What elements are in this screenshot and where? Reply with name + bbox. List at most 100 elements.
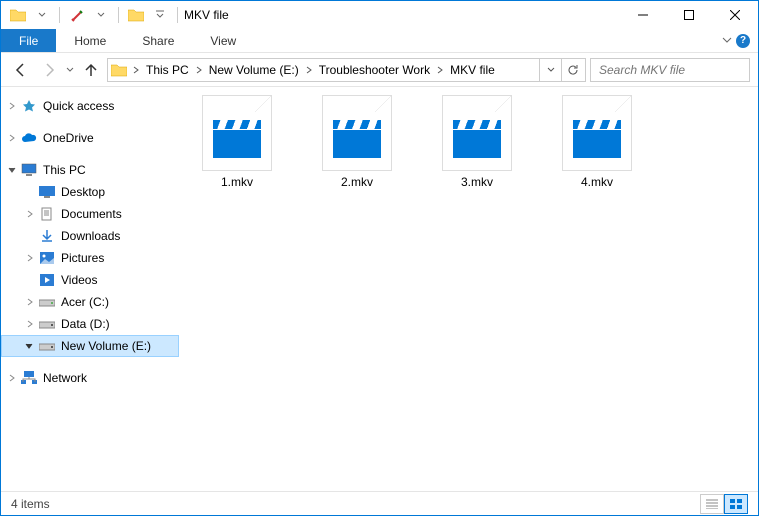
refresh-button[interactable] <box>561 59 583 81</box>
tree-quick-access[interactable]: Quick access <box>1 95 179 117</box>
tree-documents[interactable]: Documents <box>1 203 179 225</box>
file-name: 3.mkv <box>461 175 493 189</box>
tree-label: Pictures <box>61 251 104 265</box>
file-name: 2.mkv <box>341 175 373 189</box>
chevron-down-icon[interactable] <box>24 341 34 351</box>
crumb-1[interactable]: New Volume (E:) <box>205 59 303 81</box>
quick-access-toolbar <box>1 4 182 26</box>
qat-caret-icon[interactable] <box>31 4 53 26</box>
statusbar: 4 items <box>1 491 758 515</box>
tree-pictures[interactable]: Pictures <box>1 247 179 269</box>
tree-drive-d[interactable]: Data (D:) <box>1 313 179 335</box>
crumb-caret-2-icon[interactable] <box>434 59 446 81</box>
crumb-3[interactable]: MKV file <box>446 59 499 81</box>
crumb-2[interactable]: Troubleshooter Work <box>315 59 434 81</box>
chevron-right-icon[interactable] <box>25 209 35 219</box>
folder-icon[interactable] <box>7 4 29 26</box>
video-file-icon <box>442 95 512 171</box>
up-button[interactable] <box>79 58 103 82</box>
minimize-button[interactable] <box>620 1 666 29</box>
view-toggles <box>700 494 748 514</box>
crumb-caret-1-icon[interactable] <box>303 59 315 81</box>
video-file-icon <box>562 95 632 171</box>
address-bar[interactable]: This PC New Volume (E:) Troubleshooter W… <box>107 58 586 82</box>
status-count: 4 items <box>11 497 50 511</box>
tree-label: Documents <box>61 207 122 221</box>
tree-videos[interactable]: Videos <box>1 269 179 291</box>
video-file-icon <box>322 95 392 171</box>
window-controls <box>620 1 758 29</box>
chevron-right-icon[interactable] <box>25 297 35 307</box>
documents-icon <box>39 206 55 222</box>
view-details-button[interactable] <box>700 494 724 514</box>
tree-desktop[interactable]: Desktop <box>1 181 179 203</box>
chevron-right-icon[interactable] <box>25 319 35 329</box>
cloud-icon <box>21 130 37 146</box>
chevron-right-icon[interactable] <box>25 253 35 263</box>
tree-label: Desktop <box>61 185 105 199</box>
qat-caret2-icon[interactable] <box>90 4 112 26</box>
ribbon: File Home Share View ? <box>1 29 758 53</box>
desktop-icon <box>39 184 55 200</box>
search-input[interactable] <box>597 62 758 78</box>
tree-label: Data (D:) <box>61 317 110 331</box>
address-dropdown-icon[interactable] <box>539 59 561 81</box>
window-title: MKV file <box>184 8 229 22</box>
titlebar: MKV file <box>1 1 758 29</box>
file-item[interactable]: 2.mkv <box>309 95 405 189</box>
network-icon <box>21 370 37 386</box>
file-name: 4.mkv <box>581 175 613 189</box>
maximize-button[interactable] <box>666 1 712 29</box>
tree-onedrive[interactable]: OneDrive <box>1 127 179 149</box>
properties-icon[interactable] <box>66 4 88 26</box>
address-folder-icon <box>110 61 128 79</box>
qat-divider <box>59 7 60 23</box>
chevron-right-icon[interactable] <box>7 101 17 111</box>
tree-label: Videos <box>61 273 97 287</box>
forward-button[interactable] <box>37 58 61 82</box>
nav-tree: Quick access OneDrive This PC Desktop <box>1 87 179 491</box>
file-list[interactable]: 1.mkv 2.mkv 3.mkv 4.mkv <box>179 87 758 491</box>
file-item[interactable]: 1.mkv <box>189 95 285 189</box>
chevron-right-icon[interactable] <box>7 373 17 383</box>
body: Quick access OneDrive This PC Desktop <box>1 87 758 491</box>
file-item[interactable]: 3.mkv <box>429 95 525 189</box>
tab-share[interactable]: Share <box>124 29 192 52</box>
history-dropdown-icon[interactable] <box>65 66 75 74</box>
videos-icon <box>39 272 55 288</box>
search-box[interactable] <box>590 58 750 82</box>
help-icon[interactable]: ? <box>736 34 750 48</box>
ribbon-expand-icon[interactable] <box>722 32 732 50</box>
tree-label: Network <box>43 371 87 385</box>
pc-icon <box>21 162 37 178</box>
tree-drive-c[interactable]: Acer (C:) <box>1 291 179 313</box>
file-tab[interactable]: File <box>1 29 56 52</box>
tree-label: Quick access <box>43 99 114 113</box>
folder-icon-2[interactable] <box>125 4 147 26</box>
close-button[interactable] <box>712 1 758 29</box>
tree-drive-e[interactable]: New Volume (E:) <box>1 335 179 357</box>
qat-customize-caret-icon[interactable] <box>149 4 171 26</box>
pictures-icon <box>39 250 55 266</box>
chevron-down-icon[interactable] <box>7 165 17 175</box>
star-icon <box>21 98 37 114</box>
crumb-0[interactable]: This PC <box>142 59 193 81</box>
explorer-window: MKV file File Home Share View ? This P <box>0 0 759 516</box>
file-item[interactable]: 4.mkv <box>549 95 645 189</box>
view-icons-button[interactable] <box>724 494 748 514</box>
tab-home[interactable]: Home <box>56 29 124 52</box>
file-name: 1.mkv <box>221 175 253 189</box>
crumb-caret-0-icon[interactable] <box>193 59 205 81</box>
tree-label: Downloads <box>61 229 120 243</box>
chevron-right-icon[interactable] <box>7 133 17 143</box>
tree-this-pc[interactable]: This PC <box>1 159 179 181</box>
tab-view[interactable]: View <box>192 29 254 52</box>
drive-icon <box>39 338 55 354</box>
navbar: This PC New Volume (E:) Troubleshooter W… <box>1 53 758 87</box>
tree-label: This PC <box>43 163 86 177</box>
crumb-root-caret-icon[interactable] <box>130 59 142 81</box>
tree-label: OneDrive <box>43 131 94 145</box>
back-button[interactable] <box>9 58 33 82</box>
tree-network[interactable]: Network <box>1 367 179 389</box>
tree-downloads[interactable]: Downloads <box>1 225 179 247</box>
